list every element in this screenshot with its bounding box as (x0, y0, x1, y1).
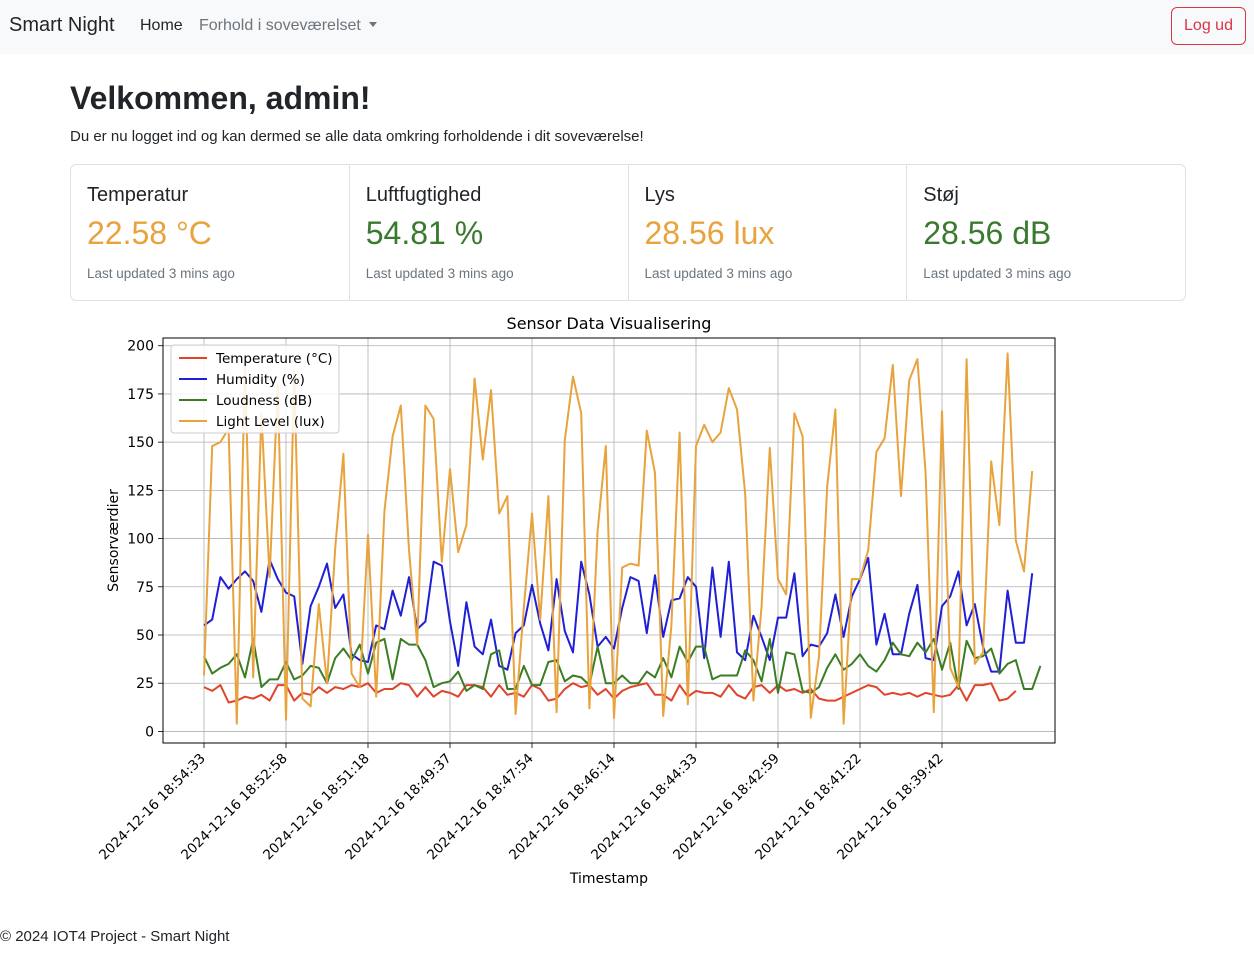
nav-home-link[interactable]: Home (140, 17, 183, 35)
y-tick-label: 200 (127, 339, 154, 355)
caret-down-icon (368, 22, 377, 27)
card-noise: Støj 28.56 dB Last updated 3 mins ago (907, 165, 1185, 300)
chart-title: Sensor Data Visualisering (507, 314, 712, 333)
y-tick-label: 150 (127, 435, 154, 451)
y-tick-label: 100 (127, 532, 154, 548)
card-value: 54.81 % (365, 215, 484, 251)
y-tick-label: 175 (127, 387, 154, 403)
intro-text: Du er nu logget ind og kan dermed se all… (70, 128, 644, 145)
y-axis-label: Sensorværdier (106, 489, 122, 592)
x-axis-label: Timestamp (569, 871, 648, 887)
y-tick-label: 75 (136, 580, 154, 596)
card-value: 28.56 lux (644, 215, 775, 251)
card-updated: Last updated 3 mins ago (923, 266, 1072, 281)
legend-label: Temperature (°C) (215, 351, 333, 367)
nav-conditions-dropdown[interactable]: Forhold i soveværelset (199, 17, 377, 35)
page-title: Velkommen, admin! (70, 80, 371, 116)
card-title: Lys (644, 184, 675, 206)
legend-label: Humidity (%) (216, 372, 305, 388)
legend-label: Loudness (dB) (216, 393, 312, 409)
series-line-0 (203, 682, 1017, 704)
card-temperature: Temperatur 22.58 °C Last updated 3 mins … (71, 165, 350, 300)
legend-label: Light Level (lux) (216, 414, 325, 430)
card-updated: Last updated 3 mins ago (644, 266, 793, 281)
y-tick-label: 50 (136, 628, 154, 644)
card-value: 22.58 °C (87, 215, 212, 251)
card-updated: Last updated 3 mins ago (365, 266, 514, 281)
sensor-chart: Sensor Data Visualisering 0 25 50 75 100 125 15… (96, 314, 1056, 887)
card-title: Luftfugtighed (365, 184, 482, 206)
footer-text: © 2024 IOT4 Project - Smart Night (0, 928, 230, 945)
sensor-card-group: Temperatur 22.58 °C Last updated 3 mins … (70, 164, 1186, 301)
card-value: 28.56 dB (923, 215, 1052, 251)
brand-logo[interactable]: Smart Night (9, 14, 115, 37)
card-title: Støj (923, 184, 959, 206)
y-tick-label: 125 (127, 483, 154, 499)
card-humidity: Luftfugtighed 54.81 % Last updated 3 min… (350, 165, 629, 300)
logout-button[interactable]: Log ud (1171, 7, 1246, 45)
card-light: Lys 28.56 lux Last updated 3 mins ago (629, 165, 908, 300)
card-title: Temperatur (87, 184, 189, 206)
navbar: Smart Night Home Forhold i soveværelset … (0, 0, 1254, 54)
nav-conditions-label: Forhold i soveværelset (199, 17, 361, 34)
y-tick-label: 25 (136, 676, 154, 692)
y-tick-label: 0 (145, 724, 154, 740)
card-updated: Last updated 3 mins ago (87, 266, 235, 281)
